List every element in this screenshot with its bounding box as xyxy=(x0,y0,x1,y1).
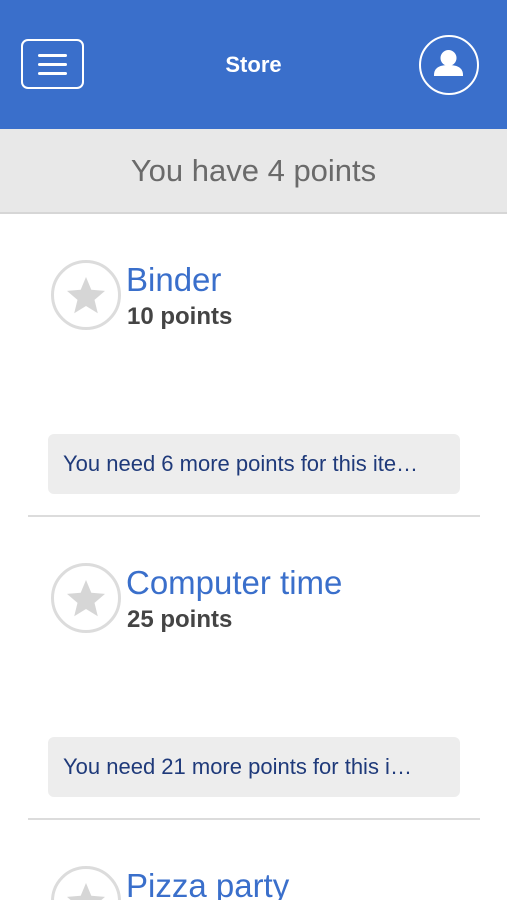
need-more-points-message: You need 6 more points for this ite… xyxy=(63,451,419,476)
need-more-points-message: You need 21 more points for this i… xyxy=(63,754,412,779)
star-icon xyxy=(67,883,105,900)
redeem-status-button[interactable]: You need 21 more points for this i… xyxy=(48,737,460,797)
item-divider xyxy=(28,515,480,517)
star-icon xyxy=(67,277,105,314)
item-name[interactable]: Computer time xyxy=(126,563,342,603)
account-button[interactable] xyxy=(419,35,479,95)
item-name[interactable]: Binder xyxy=(126,260,221,300)
points-summary-bar: You have 4 points xyxy=(0,129,507,214)
item-divider xyxy=(28,818,480,820)
item-badge xyxy=(51,260,121,330)
star-icon xyxy=(67,580,105,617)
item-badge xyxy=(51,866,121,900)
points-summary: You have 4 points xyxy=(130,153,377,188)
item-name[interactable]: Pizza party xyxy=(126,866,289,900)
item-cost: 10 points xyxy=(127,303,233,330)
item-cost: 25 points xyxy=(127,606,233,633)
app-header: Store xyxy=(0,0,507,129)
user-avatar-icon xyxy=(434,50,463,76)
item-badge xyxy=(51,563,121,633)
redeem-status-button[interactable]: You need 6 more points for this ite… xyxy=(48,434,460,494)
